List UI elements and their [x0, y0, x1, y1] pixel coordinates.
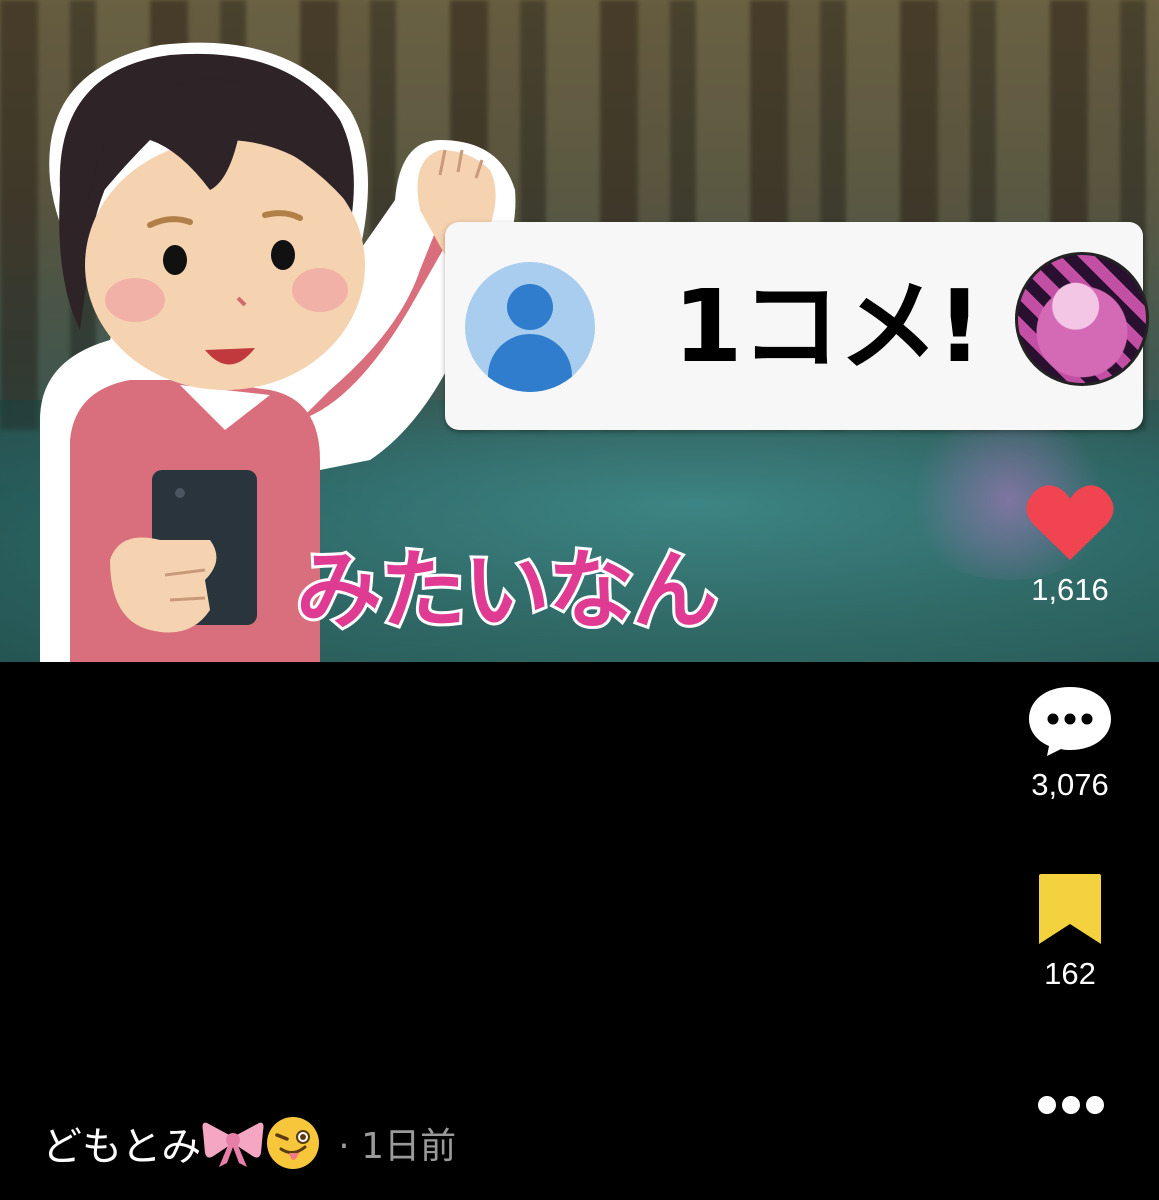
bookmark-icon	[1039, 874, 1101, 944]
video-frame[interactable]: 1コメ! みたいなん	[0, 0, 1159, 662]
first-comment-text: 1コメ!	[673, 268, 982, 385]
ribbon-icon	[202, 1122, 264, 1167]
comment-bubble-icon	[1029, 687, 1111, 756]
default-user-avatar-icon	[465, 262, 595, 392]
more-options-button[interactable]	[1030, 1092, 1110, 1118]
comment-button[interactable]: 3,076	[1018, 685, 1122, 803]
video-caption: みたいなん	[293, 538, 721, 644]
heart-icon	[1026, 485, 1114, 560]
save-button[interactable]: 162	[1018, 872, 1122, 992]
comment-count: 3,076	[1031, 767, 1109, 802]
creator-avatar	[1015, 252, 1149, 386]
winking-face-icon	[267, 1117, 320, 1169]
post-timestamp: · 1日前	[338, 1126, 457, 1167]
post-meta: どもとみ · 1日前	[42, 1114, 456, 1174]
comment-banner: 1コメ!	[445, 222, 1149, 430]
save-count: 162	[1044, 956, 1096, 991]
like-count: 1,616	[1031, 572, 1109, 607]
author-name[interactable]: どもとみ	[42, 1124, 201, 1170]
like-button[interactable]: 1,616	[1018, 482, 1122, 608]
